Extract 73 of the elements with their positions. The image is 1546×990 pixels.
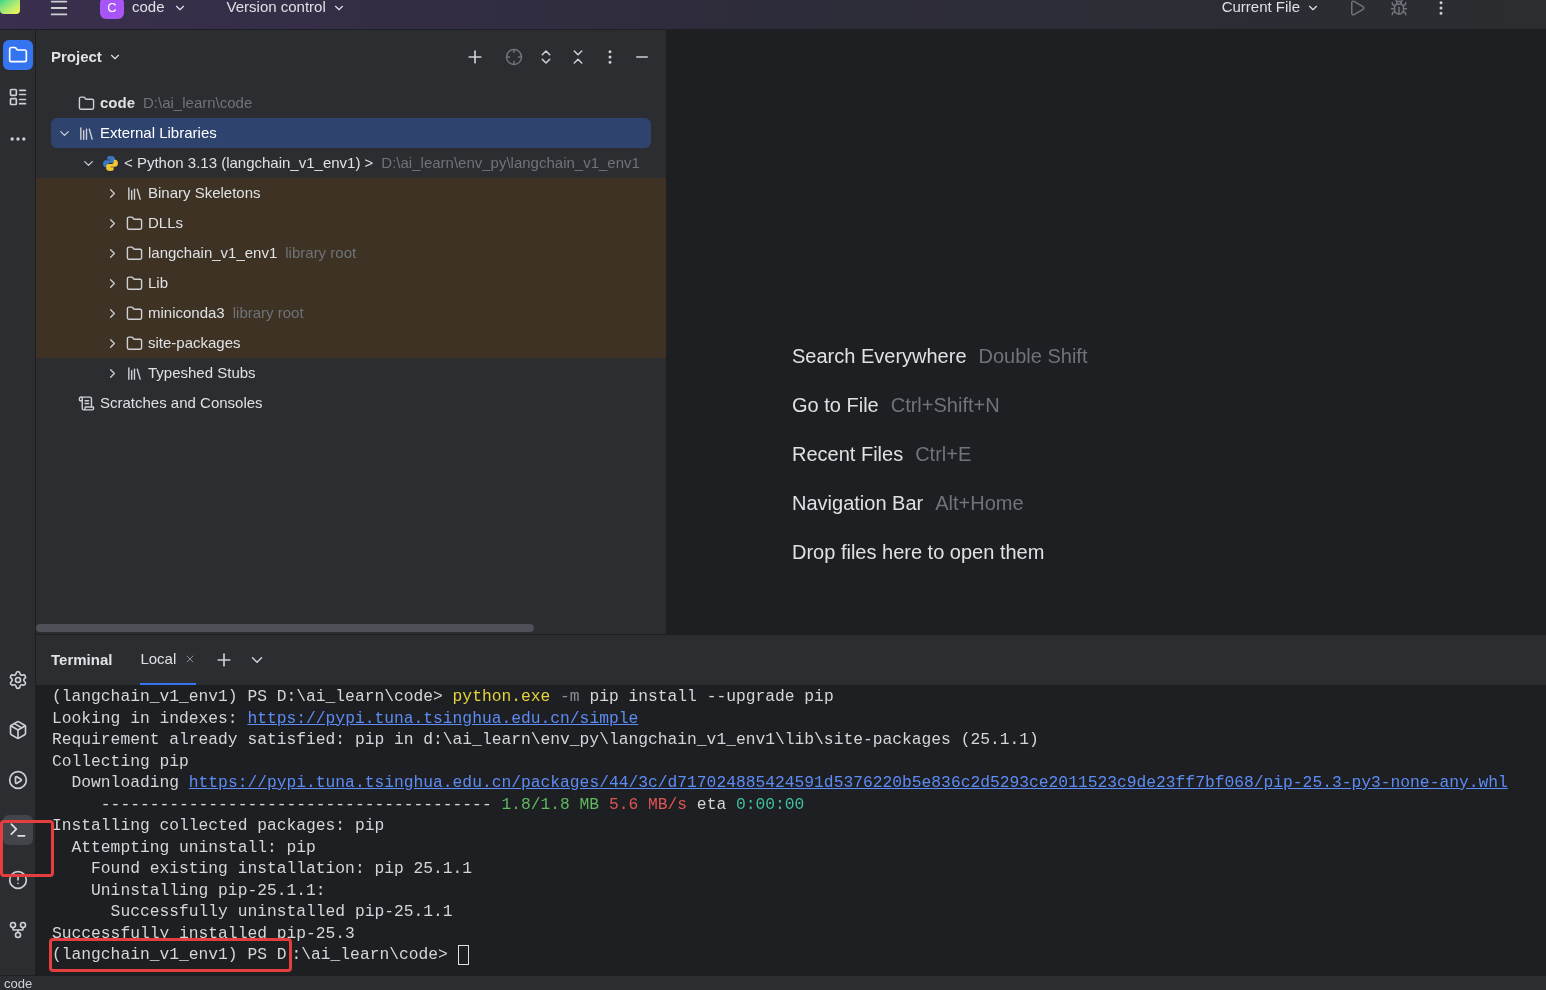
library-icon — [126, 184, 143, 202]
tree-item[interactable]: langchain_v1_env1 library root — [36, 238, 666, 268]
folder-icon — [126, 214, 143, 232]
terminal-line: Found existing installation: pip 25.1.1 — [90, 858, 473, 880]
hint-action: Navigation Bar — [792, 491, 924, 515]
tree-label: DLLs — [148, 212, 184, 233]
hint-shortcut: Double Shift — [978, 344, 1088, 368]
tree-item[interactable]: miniconda3 library root — [36, 298, 666, 328]
hint-action: Go to File — [792, 393, 879, 417]
tree-label: langchain_v1_env1 — [148, 242, 278, 263]
tree-item[interactable]: code D:\ai_learn\code — [36, 88, 666, 118]
tree-label: External Libraries — [100, 122, 217, 143]
terminal-line: Attempting uninstall: pip — [70, 836, 316, 858]
highlight-box — [0, 820, 54, 877]
tree-label: Lib — [148, 272, 169, 293]
terminal-line: ---------------------------------------- 1.8/1.8 MB 5.6 MB/s eta 0:00:00 — [99, 793, 805, 815]
python-logo-icon — [102, 154, 119, 172]
tree-label: miniconda3 — [148, 302, 225, 323]
hint-action: Drop files here to open them — [792, 540, 1045, 564]
tree-hint: D:\ai_learn\env_py\langchain_v1_env1 — [381, 152, 640, 173]
folder-icon — [78, 94, 95, 112]
terminal-line: Requirement already satisfied: pip in d:\ai_learn\env_py\langchain_v1_env1\lib\site-packages (25.1.1) — [52, 729, 1039, 751]
run-icon[interactable] — [1348, 0, 1366, 17]
terminal-line: Looking in indexes: https://pypi.tuna.tsinghua.edu.cn/simple — [52, 707, 639, 729]
vcs-menu[interactable]: Version control — [226, 0, 346, 19]
project-selector[interactable]: C code — [100, 0, 187, 19]
tree-label: site-packages — [148, 332, 241, 353]
project-badge: C — [100, 0, 124, 19]
tree-item[interactable]: Scratches and Consoles — [36, 388, 666, 418]
locate-icon[interactable] — [505, 48, 523, 66]
tree-label: Scratches and Consoles — [100, 392, 263, 413]
terminal-title: Terminal — [51, 649, 113, 670]
status-path[interactable]: code — [4, 978, 33, 990]
tree-item[interactable]: Binary Skeletons — [36, 178, 666, 208]
terminal-line: Uninstalling pip-25.1.1: — [90, 879, 326, 901]
tree-item[interactable]: Lib — [36, 268, 666, 298]
hint-shortcut: Ctrl+Shift+N — [890, 393, 1000, 417]
hint-action: Recent Files — [792, 442, 904, 466]
folder-icon[interactable] — [2, 40, 33, 70]
tree-item[interactable]: site-packages — [36, 328, 666, 358]
terminal-line: Successfully installed pip-25.3 — [52, 922, 355, 944]
tree-hint: library root — [285, 242, 357, 263]
tree-item[interactable]: External Libraries — [51, 118, 651, 148]
scrollbar-thumb[interactable] — [36, 624, 534, 632]
text-cursor — [457, 944, 469, 965]
tree-hint: library root — [232, 302, 304, 323]
terminal-line: Collecting pip — [52, 750, 189, 772]
terminal-line: Successfully uninstalled pip-25.1.1 — [109, 901, 453, 923]
tree-label: Binary Skeletons — [148, 182, 261, 203]
terminal-line: (langchain_v1_env1) PS D:\ai_learn\code> python.exe -m pip install --upgrade pip — [52, 686, 834, 708]
hint-action: Search Everywhere — [792, 344, 967, 368]
tree-label: < Python 3.13 (langchain_v1_env1) > — [124, 152, 374, 173]
tree-label: code — [100, 92, 135, 113]
folder-icon — [126, 304, 143, 322]
folder-icon — [126, 274, 143, 292]
tree-hint: D:\ai_learn\code — [143, 92, 253, 113]
library-icon — [126, 364, 143, 382]
hint-shortcut: Alt+Home — [935, 491, 1024, 515]
tree-item[interactable]: DLLs — [36, 208, 666, 238]
folder-icon — [126, 334, 143, 352]
library-icon — [78, 124, 95, 142]
run-config-selector[interactable]: Current File — [1221, 0, 1320, 19]
folder-icon — [126, 244, 143, 262]
terminal-text: (langchain_v1_env1) PS D — [52, 944, 287, 966]
tree-label: Typeshed Stubs — [148, 362, 256, 383]
tree-item[interactable]: < Python 3.13 (langchain_v1_env1) > D:\ai_learn\env_py\langchain_v1_env1 — [36, 148, 666, 178]
tree-item[interactable]: Typeshed Stubs — [36, 358, 666, 388]
terminal-text: :\ai_learn\code> — [291, 944, 449, 966]
debug-icon[interactable] — [1390, 0, 1408, 17]
panel-title[interactable]: Project — [51, 45, 122, 69]
scratches-icon — [78, 394, 95, 412]
hint-shortcut: Ctrl+E — [915, 442, 972, 466]
terminal-line: Downloading https://pypi.tuna.tsinghua.edu.cn/packages/44/3c/d717024885424591d5376220b5e836c2d5293ce2011523c9de23ff7bf068/pip-25.3-py3-none-any.whl — [70, 772, 1508, 794]
